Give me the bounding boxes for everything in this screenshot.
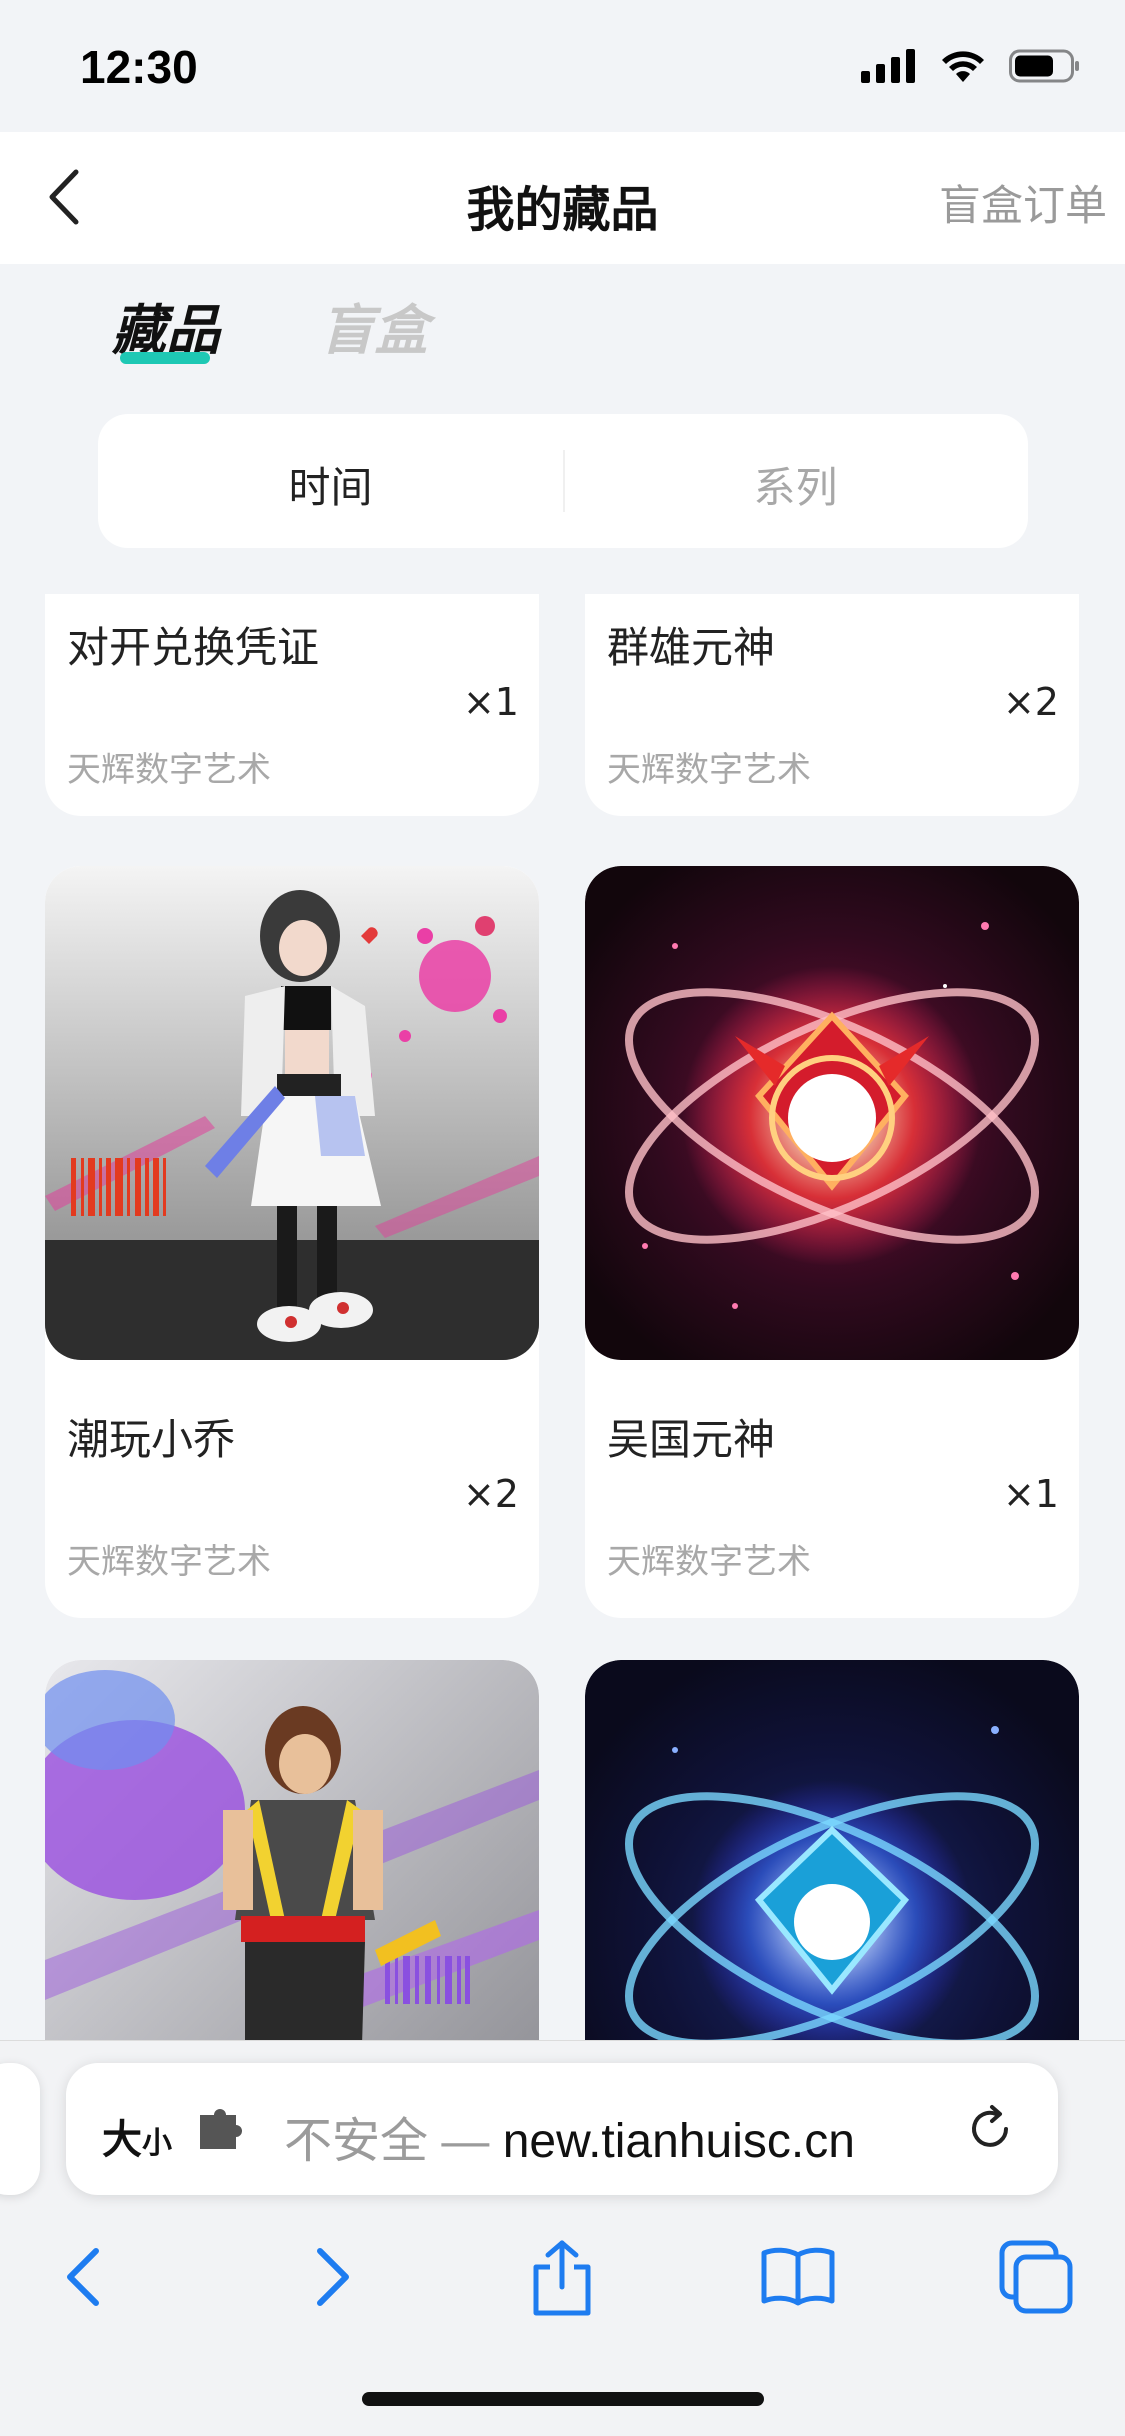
card-brand: 天辉数字艺术	[67, 1542, 271, 1582]
browser-bottom-bar: 大小 不安全 — new.tianhuisc.cn	[0, 2040, 1125, 2436]
active-tab-indicator	[120, 352, 210, 364]
text-size-label: 大	[102, 2117, 142, 2163]
extension-puzzle-icon[interactable]	[196, 2107, 244, 2151]
previous-tab-peek[interactable]	[0, 2063, 40, 2195]
collection-card[interactable]	[45, 1660, 539, 2040]
card-quantity: ×2	[462, 1472, 519, 1516]
collection-grid: 对开兑换凭证 ×1 天辉数字艺术 群雄元神 ×2 天辉数字艺术 潮玩小乔 ×2 …	[0, 594, 1125, 2040]
card-quantity: ×2	[1002, 680, 1059, 724]
card-name: 吴国元神	[607, 1415, 776, 1464]
status-bar: 12:30	[0, 0, 1125, 132]
card-brand: 天辉数字艺术	[67, 750, 271, 790]
segment-time[interactable]: 时间	[98, 454, 563, 515]
red-emblem-artwork	[585, 866, 1079, 1360]
status-icons	[861, 48, 1081, 84]
collection-card[interactable]: 吴国元神 ×1 天辉数字艺术	[585, 866, 1079, 1618]
chevron-right-icon[interactable]	[290, 2237, 370, 2317]
battery-icon	[1009, 49, 1079, 83]
reload-icon[interactable]	[962, 2101, 1018, 2157]
bookmarks-icon[interactable]	[758, 2237, 838, 2317]
address-bar[interactable]: 大小 不安全 — new.tianhuisc.cn	[66, 2063, 1058, 2195]
sort-segmented-control: 时间 系列	[98, 414, 1028, 548]
home-indicator	[362, 2392, 764, 2406]
collection-card[interactable]	[585, 1660, 1079, 2040]
signal-icon	[861, 49, 915, 83]
collection-card[interactable]: 群雄元神 ×2 天辉数字艺术	[585, 594, 1079, 816]
share-icon[interactable]	[522, 2237, 602, 2317]
collection-card[interactable]: 对开兑换凭证 ×1 天辉数字艺术	[45, 594, 539, 816]
segment-series[interactable]: 系列	[563, 454, 1028, 515]
wifi-icon	[942, 51, 984, 82]
url-domain: new.tianhuisc.cn	[502, 2115, 855, 2168]
card-quantity: ×1	[1002, 1472, 1059, 1516]
collection-card[interactable]: 潮玩小乔 ×2 天辉数字艺术	[45, 866, 539, 1618]
anime-girl-artwork	[45, 866, 539, 1360]
text-size-small-label: 小	[142, 2126, 172, 2161]
card-brand: 天辉数字艺术	[607, 750, 811, 790]
nav-bar: 我的藏品 盲盒订单	[0, 132, 1125, 264]
warrior-artwork	[45, 1660, 539, 2040]
tabs-icon[interactable]	[996, 2237, 1076, 2317]
status-time: 12:30	[80, 41, 198, 93]
card-name: 群雄元神	[607, 623, 776, 672]
tab-blind-box[interactable]: 盲盒	[320, 286, 428, 365]
card-quantity: ×1	[462, 680, 519, 724]
text-size-button[interactable]: 大小	[102, 2107, 172, 2165]
blue-emblem-artwork	[585, 1660, 1079, 2040]
blind-box-orders-link[interactable]: 盲盒订单	[939, 172, 1107, 233]
card-brand: 天辉数字艺术	[607, 1542, 811, 1582]
chevron-left-icon[interactable]	[46, 2237, 126, 2317]
card-name: 潮玩小乔	[67, 1415, 236, 1464]
card-name: 对开兑换凭证	[67, 623, 320, 672]
insecure-label: 不安全 —	[284, 2115, 503, 2168]
url-text: 不安全 — new.tianhuisc.cn	[284, 2101, 855, 2171]
